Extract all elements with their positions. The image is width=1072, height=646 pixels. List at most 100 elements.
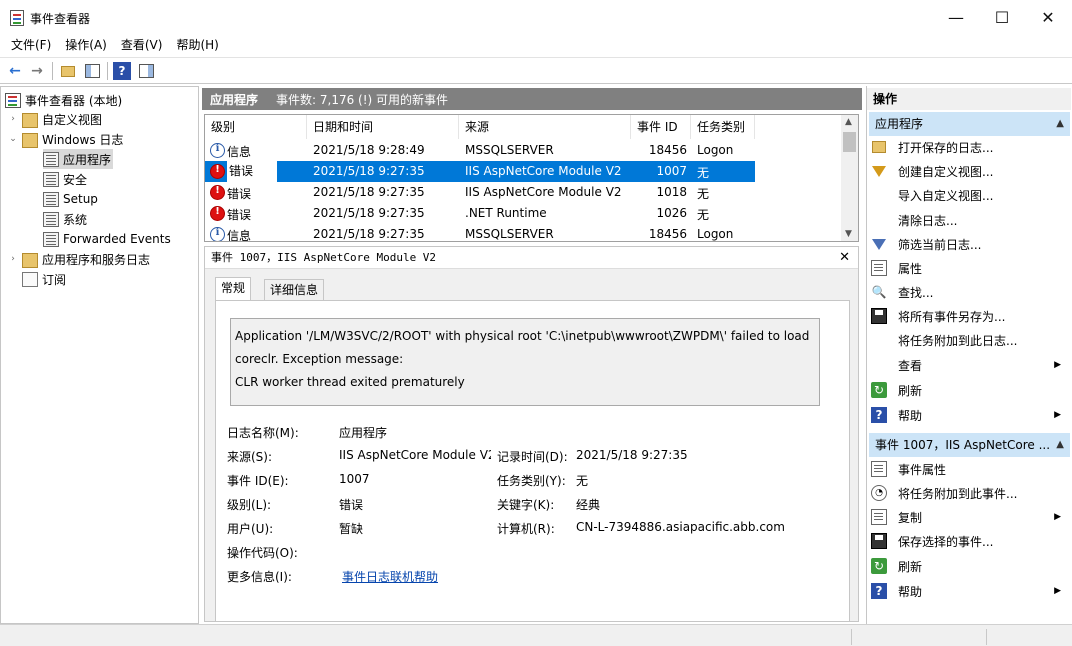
tree-item-setup[interactable]: Setup [43, 189, 98, 209]
minimize-button[interactable]: — [933, 0, 979, 34]
log-icon [43, 191, 59, 207]
column-header-source[interactable]: 来源 [459, 115, 631, 139]
log-icon [43, 171, 59, 187]
message-line: coreclr. Exception message: [235, 352, 404, 366]
cell-level: 错误 [227, 161, 278, 182]
tree-label: 订阅 [42, 272, 67, 287]
label-more-info: 更多信息(I): [227, 570, 292, 584]
column-header-task[interactable]: 任务类别 [691, 115, 755, 139]
label-logged: 记录时间(D): [497, 450, 568, 464]
message-line: CLR worker thread exited prematurely [235, 375, 465, 389]
action-open-saved-log[interactable]: 打开保存的日志... [871, 135, 1067, 159]
action-copy[interactable]: 复制 ▶ [871, 505, 1067, 529]
action-refresh[interactable]: ↻ 刷新 [871, 378, 1067, 402]
window-title: 事件查看器 [30, 12, 91, 26]
submenu-arrow-icon: ▶ [1054, 360, 1061, 370]
online-help-link[interactable]: 事件日志联机帮助 [342, 568, 438, 585]
toolbar: ← → ? [0, 57, 1072, 84]
submenu-arrow-icon: ▶ [1054, 586, 1061, 596]
action-help[interactable]: ? 帮助 ▶ [871, 403, 1067, 427]
action-attach-task-to-log[interactable]: 将任务附加到此日志... [871, 328, 1067, 352]
action-properties[interactable]: 属性 [871, 256, 1067, 280]
forward-arrow-icon[interactable]: → [28, 62, 46, 80]
event-row[interactable]: 信息 2021/5/18 9:28:49 MSSQLSERVER 18456 Logon [205, 140, 755, 161]
cell-task: Logon [697, 143, 734, 157]
expand-chevron-icon[interactable]: › [7, 114, 19, 124]
action-label: 将所有事件另存为... [898, 309, 1006, 324]
action-label: 将任务附加到此日志... [898, 333, 1018, 348]
submenu-arrow-icon: ▶ [1054, 512, 1061, 522]
action-label: 查看 [898, 358, 923, 373]
action-refresh-event[interactable]: ↻ 刷新 [871, 554, 1067, 578]
value-computer: CN-L-7394886.asiapacific.abb.com [576, 520, 785, 534]
tree-item-custom-views[interactable]: › 自定义视图 [7, 109, 102, 129]
maximize-button[interactable]: ☐ [979, 0, 1025, 34]
section-event[interactable]: 事件 1007，IIS AspNetCore ... ▲ [869, 433, 1070, 457]
column-header-level[interactable]: 级别 [205, 115, 307, 139]
save-icon [871, 308, 887, 324]
event-list-scrollbar[interactable]: ▲ ▼ [841, 115, 858, 241]
action-label: 帮助 [898, 408, 923, 423]
collapse-caret-icon[interactable]: ▲ [1056, 433, 1064, 457]
tab-general[interactable]: 常规 [215, 277, 252, 301]
action-help-event[interactable]: ? 帮助 ▶ [871, 579, 1067, 603]
action-save-selected-events[interactable]: 保存选择的事件... [871, 529, 1067, 553]
action-clear-log[interactable]: 清除日志... [871, 208, 1067, 232]
action-import-custom-view[interactable]: 导入自定义视图... [871, 183, 1067, 207]
scroll-up-icon[interactable]: ▲ [845, 117, 852, 127]
scroll-thumb[interactable] [843, 132, 856, 152]
help-icon[interactable]: ? [113, 62, 131, 80]
filter-icon [872, 238, 886, 250]
menu-view[interactable]: 查看(V) [114, 34, 170, 56]
column-header-datetime[interactable]: 日期和时间 [307, 115, 459, 139]
event-row[interactable]: 错误 2021/5/18 9:27:35 IIS AspNetCore Module… [205, 182, 755, 203]
event-message[interactable]: Application '/LM/W3SVC/2/ROOT' with phys… [230, 318, 820, 406]
collapse-chevron-icon[interactable]: ⌄ [7, 134, 19, 144]
action-label: 事件属性 [898, 462, 947, 477]
tree-item-system[interactable]: 系统 [43, 209, 87, 229]
section-application[interactable]: 应用程序 ▲ [869, 112, 1070, 136]
back-arrow-icon[interactable]: ← [6, 62, 24, 80]
action-view[interactable]: 查看 ▶ [871, 353, 1067, 377]
tree-item-subscriptions[interactable]: 订阅 [22, 269, 66, 289]
show-hide-action-pane-icon[interactable] [137, 62, 155, 80]
action-create-custom-view[interactable]: 创建自定义视图... [871, 159, 1067, 183]
event-row[interactable]: 错误 2021/5/18 9:27:35 IIS AspNetCore Module… [205, 161, 755, 182]
cell-task: 无 [697, 187, 710, 201]
label-opcode: 操作代码(O): [227, 546, 298, 560]
label-keywords: 关键字(K): [497, 498, 555, 512]
event-row[interactable]: 错误 2021/5/18 9:27:35 .NET Runtime 1026 无 [205, 203, 755, 224]
menu-file[interactable]: 文件(F) [4, 34, 58, 56]
expand-chevron-icon[interactable]: › [7, 254, 19, 264]
tab-details[interactable]: 详细信息 [264, 279, 325, 301]
tree-item-windows-logs[interactable]: ⌄ Windows 日志 [7, 129, 123, 149]
event-properties-icon [871, 461, 887, 477]
log-title: 应用程序 [210, 92, 259, 107]
toolbar-separator [52, 62, 53, 80]
action-filter-log[interactable]: 筛选当前日志... [871, 232, 1067, 256]
cell-event-id: 18456 [648, 143, 687, 157]
value-level: 错误 [339, 498, 364, 512]
scroll-down-icon[interactable]: ▼ [845, 229, 852, 239]
tree-item-security[interactable]: 安全 [43, 169, 87, 189]
action-find[interactable]: 🔍 查找... [871, 280, 1067, 304]
action-attach-task-to-event[interactable]: ◔ 将任务附加到此事件... [871, 481, 1067, 505]
action-event-properties[interactable]: 事件属性 [871, 457, 1067, 481]
tree-item-application[interactable]: 应用程序 [43, 149, 114, 169]
tree-item-root[interactable]: 事件查看器 (本地) [5, 90, 122, 110]
close-detail-icon[interactable]: ✕ [839, 250, 850, 265]
show-hide-tree-icon[interactable] [83, 62, 101, 80]
menu-help[interactable]: 帮助(H) [169, 34, 225, 56]
menu-action[interactable]: 操作(A) [58, 34, 114, 56]
close-window-button[interactable]: ✕ [1025, 0, 1071, 34]
tree-item-app-service-logs[interactable]: › 应用程序和服务日志 [7, 249, 150, 269]
up-folder-icon[interactable] [59, 62, 77, 80]
cell-event-id: 18456 [648, 227, 687, 241]
action-label: 帮助 [898, 584, 923, 599]
collapse-caret-icon[interactable]: ▲ [1056, 112, 1064, 136]
event-row[interactable]: 信息 2021/5/18 9:27:35 MSSQLSERVER 18456 Logon [205, 224, 755, 241]
tree-item-forwarded-events[interactable]: Forwarded Events [43, 229, 171, 249]
action-save-all-events[interactable]: 将所有事件另存为... [871, 304, 1067, 328]
folder-icon [22, 112, 38, 128]
column-header-event-id[interactable]: 事件 ID [631, 115, 691, 139]
